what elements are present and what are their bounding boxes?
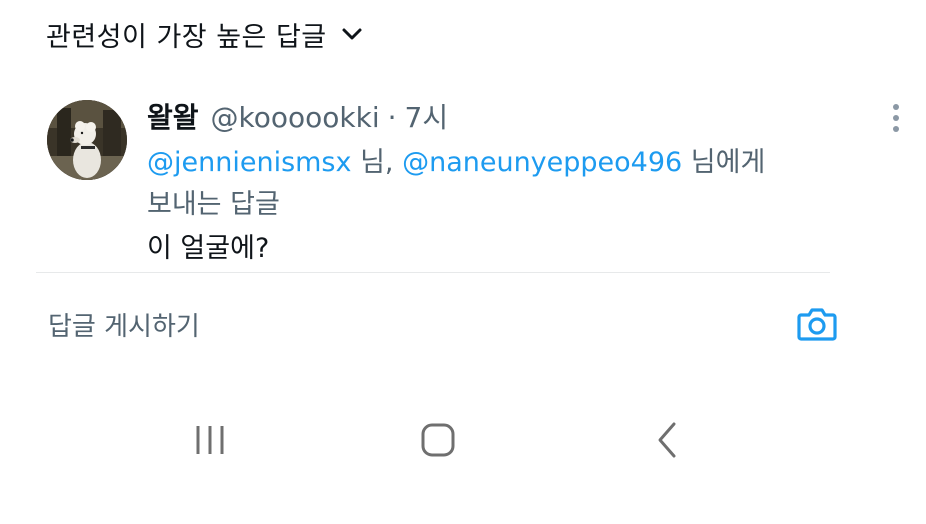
chevron-down-icon (342, 28, 362, 40)
separator-dot: · (387, 101, 397, 134)
reply-context-text: 보내는 답글 (147, 189, 280, 220)
avatar[interactable] (47, 100, 127, 180)
recents-icon[interactable] (190, 420, 230, 460)
tweet-header: 왈왈 @koooookki · 7시 (147, 96, 827, 136)
avatar-image (47, 100, 127, 180)
back-icon[interactable] (648, 420, 688, 460)
sort-label: 관련성이 가장 높은 답글 (46, 21, 327, 53)
tweet-body: 왈왈 @koooookki · 7시 @jennienismsx 님, @nan… (147, 96, 827, 270)
reply-context-text: 님, (351, 147, 403, 178)
display-name[interactable]: 왈왈 (147, 96, 199, 136)
tweet-time[interactable]: 7시 (405, 96, 449, 136)
home-icon[interactable] (418, 420, 458, 460)
user-handle[interactable]: @koooookki (211, 101, 380, 134)
camera-icon[interactable] (796, 303, 838, 345)
system-nav-bar (0, 410, 926, 470)
more-vertical-icon[interactable] (892, 104, 900, 132)
reply-composer[interactable]: 답글 게시하기 (48, 300, 838, 348)
reply-input-placeholder[interactable]: 답글 게시하기 (48, 306, 200, 343)
divider (36, 272, 830, 273)
tweet-text: 이 얼굴에? (147, 233, 270, 264)
page: 관련성이 가장 높은 답글 왈왈 @koooookki · 7시 @jennie… (0, 0, 926, 524)
reply-context: @jennienismsx 님, @naneunyeppeo496 님에게보내는… (147, 142, 827, 226)
mention-link[interactable]: @naneunyeppeo496 (402, 147, 682, 178)
mention-link[interactable]: @jennienismsx (147, 147, 351, 178)
sort-dropdown[interactable]: 관련성이 가장 높은 답글 (46, 14, 363, 54)
reply-context-text: 님에게 (682, 147, 766, 178)
